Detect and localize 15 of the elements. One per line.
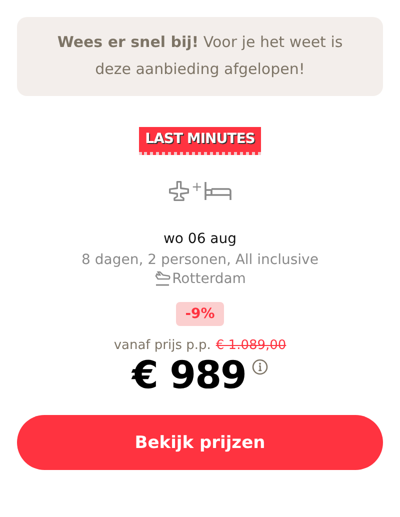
- view-prices-button[interactable]: Bekijk prijzen: [17, 415, 383, 470]
- info-icon[interactable]: [252, 359, 268, 375]
- airplane-icon: [168, 180, 190, 202]
- departure-date: wo 06 aug: [163, 231, 237, 247]
- old-price: € 1.089,00: [216, 338, 286, 353]
- deal-badge: LAST MINUTES: [139, 127, 261, 155]
- departure-plane-icon: [154, 271, 172, 287]
- bed-icon: [204, 181, 232, 201]
- discount-badge: -9%: [176, 302, 224, 326]
- departure-airport: Rotterdam: [172, 271, 246, 287]
- notice-message: Wees er snel bij! Voor je het weet is deze aanbieding afgelopen!: [17, 17, 383, 96]
- price: € 989: [132, 353, 246, 397]
- trip-details: 8 dagen, 2 personen, All inclusive: [82, 252, 318, 268]
- price-label: vanaf prijs p.p.: [114, 338, 211, 353]
- plus-sign: +: [192, 180, 202, 194]
